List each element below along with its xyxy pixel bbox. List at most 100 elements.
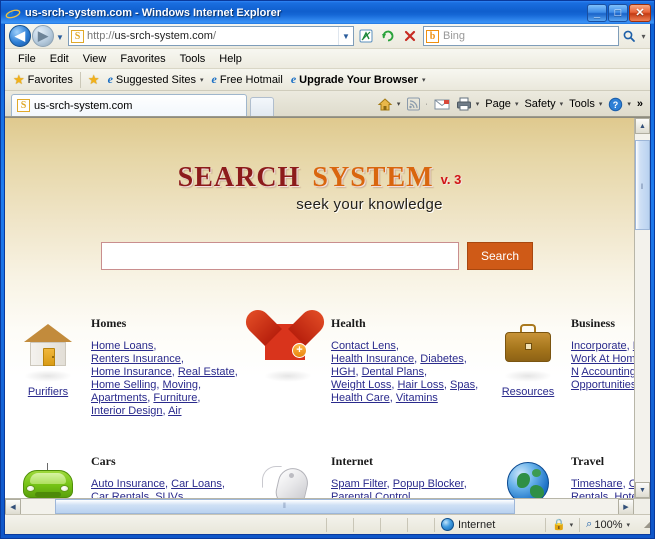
vertical-scrollbar[interactable]: ▲ ‖ ▼ (634, 118, 650, 498)
back-button[interactable]: ◀ (9, 25, 31, 47)
category-link[interactable]: HGH (331, 366, 355, 378)
category-link[interactable]: SUVs (155, 491, 183, 498)
menu-item-favorites[interactable]: Favorites (113, 52, 172, 66)
category-link[interactable]: Hotel (614, 491, 634, 498)
home-button[interactable]: ▾ (374, 97, 404, 112)
category-link[interactable]: Interior Design (91, 405, 163, 417)
chevron-down-icon[interactable]: ▼ (338, 27, 353, 45)
category-link[interactable]: Car Rentals (91, 491, 149, 498)
category-link[interactable]: B (633, 340, 634, 352)
add-to-favorites-bar-button[interactable]: ★ (84, 72, 104, 88)
tools-menu[interactable]: Tools ▾ (566, 98, 605, 110)
recent-pages-dropdown[interactable]: ▼ (54, 31, 66, 42)
category-link[interactable]: Car Loans (171, 478, 222, 490)
category-link[interactable]: Popup Blocker (393, 478, 464, 490)
chevron-down-icon[interactable]: ▾ (560, 100, 564, 108)
category-link[interactable]: Health Insurance (331, 353, 414, 365)
category-link[interactable]: Moving (163, 379, 198, 391)
chevron-down-icon[interactable]: ▾ (515, 100, 519, 108)
category-link[interactable]: Auto Insurance (91, 478, 165, 490)
favorite-free-hotmail[interactable]: e Free Hotmail (208, 72, 287, 87)
category-link[interactable]: Apartments (91, 392, 147, 404)
compatibility-view-icon[interactable] (355, 26, 376, 47)
menu-item-view[interactable]: View (76, 52, 114, 66)
chevron-down-icon[interactable]: ▾ (397, 100, 401, 108)
horizontal-scrollbar[interactable]: ◀ ‖ ▶ (5, 498, 650, 515)
vertical-scroll-track[interactable]: ‖ (635, 134, 650, 482)
security-zone[interactable]: Internet (435, 515, 545, 534)
category-link[interactable]: Renters Insurance (91, 353, 181, 365)
category-link[interactable]: Hair Loss (397, 379, 443, 391)
category-overflow-link[interactable]: Resources (502, 386, 555, 398)
category-link[interactable]: Accounting (581, 366, 634, 378)
forward-button[interactable]: ▶ (32, 25, 54, 47)
window-resize-grip[interactable]: ◢ (636, 520, 650, 529)
horizontal-scroll-track[interactable]: ‖ (21, 499, 618, 514)
category-link[interactable]: Parental Control (331, 491, 411, 498)
scroll-up-button[interactable]: ▲ (635, 118, 650, 134)
category-link[interactable]: Ca (629, 478, 634, 490)
category-link[interactable]: Opportunities (571, 379, 634, 391)
search-input[interactable] (101, 242, 459, 270)
address-input[interactable]: S http://us-srch-system.com/ ▼ (68, 26, 354, 46)
page-menu[interactable]: Page ▾ (482, 98, 521, 110)
chevron-down-icon[interactable]: ▾ (599, 100, 603, 108)
chevron-down-icon[interactable]: ▾ (626, 521, 630, 529)
print-button[interactable]: ▾ (453, 97, 483, 111)
favorite-upgrade-your-browser[interactable]: e Upgrade Your Browser ▾ (287, 72, 430, 87)
category-link[interactable]: Contact Lens (331, 340, 396, 352)
category-link[interactable]: Incorporate (571, 340, 627, 352)
category-link[interactable]: N (571, 366, 579, 378)
chevron-down-icon[interactable]: ▾ (200, 76, 204, 84)
category-link[interactable]: Weight Loss (331, 379, 391, 391)
category-link[interactable]: Real Estate (178, 366, 235, 378)
menu-item-tools[interactable]: Tools (173, 52, 213, 66)
category-link[interactable]: Spam Filter (331, 478, 387, 490)
menu-item-edit[interactable]: Edit (43, 52, 76, 66)
minimize-button[interactable]: _ (587, 3, 607, 22)
refresh-icon[interactable] (377, 26, 398, 47)
mail-button[interactable] (431, 98, 453, 111)
scroll-down-button[interactable]: ▼ (635, 482, 650, 498)
feeds-button[interactable]: · (403, 97, 430, 111)
safety-menu[interactable]: Safety ▾ (521, 98, 566, 110)
scroll-left-button[interactable]: ◀ (5, 499, 21, 515)
chevron-down-icon[interactable]: ▾ (627, 100, 631, 108)
category-link[interactable]: Furniture (153, 392, 197, 404)
menu-item-help[interactable]: Help (212, 52, 249, 66)
maximize-button[interactable]: □ (608, 3, 628, 22)
browser-search-input[interactable]: b Bing (423, 26, 619, 46)
category-link[interactable]: Spas (450, 379, 475, 391)
search-dropdown-caret[interactable]: ▾ (639, 32, 648, 41)
category-link[interactable]: Timeshare (571, 478, 623, 490)
tab-us-srch-system[interactable]: S us-srch-system.com (11, 94, 247, 116)
category-link[interactable]: Home Selling (91, 379, 156, 391)
category-link[interactable]: Home Insurance (91, 366, 172, 378)
help-menu[interactable]: ? ▾ (605, 97, 634, 112)
horizontal-scroll-thumb[interactable]: ‖ (55, 499, 515, 514)
stop-icon[interactable] (399, 26, 420, 47)
category-link[interactable]: Home Loans (91, 340, 153, 352)
menu-item-file[interactable]: File (11, 52, 43, 66)
favorites-button[interactable]: ★ Favorites (9, 72, 77, 88)
scroll-right-button[interactable]: ▶ (618, 499, 634, 515)
protected-mode-indicator[interactable]: 🔒 ▾ (546, 515, 579, 534)
command-bar-overflow[interactable]: » (634, 98, 646, 110)
close-button[interactable]: ✕ (629, 3, 651, 22)
new-tab-button[interactable] (250, 97, 274, 116)
chevron-down-icon[interactable]: ▾ (476, 100, 480, 108)
category-link[interactable]: Dental Plans (362, 366, 424, 378)
zoom-control[interactable]: ⌕ 100% ▾ (580, 515, 636, 534)
category-link[interactable]: Work At Home (571, 353, 634, 365)
chevron-down-icon[interactable]: ▾ (422, 76, 426, 84)
category-link[interactable]: Air (168, 405, 181, 417)
category-link[interactable]: Rentals (571, 491, 608, 498)
category-overflow-link[interactable]: Purifiers (28, 386, 68, 398)
chevron-down-icon[interactable]: ▾ (570, 521, 574, 529)
favorite-suggested-sites[interactable]: e Suggested Sites ▾ (104, 72, 208, 87)
category-link[interactable]: Vitamins (396, 392, 438, 404)
category-link[interactable]: Diabetes (420, 353, 463, 365)
search-button[interactable]: Search (467, 242, 533, 270)
search-go-icon[interactable] (619, 26, 639, 47)
category-link[interactable]: Health Care (331, 392, 390, 404)
